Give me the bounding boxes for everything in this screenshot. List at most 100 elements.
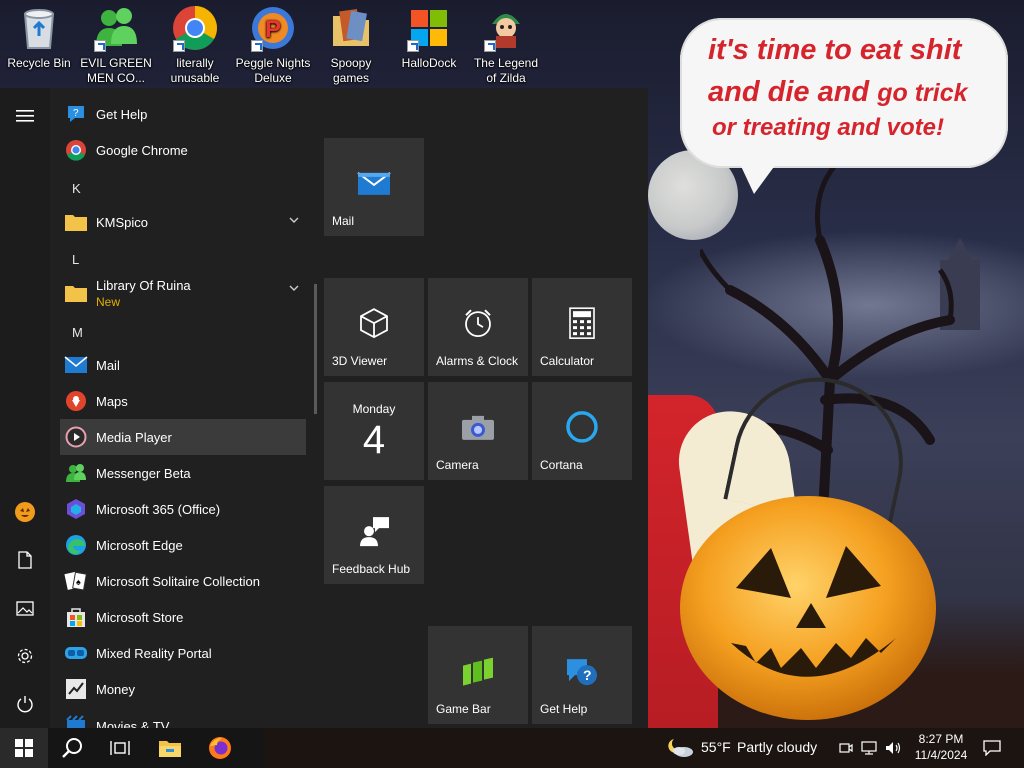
desktop-icon-legend-of-zilda[interactable]: The Legend of Zilda [468,4,544,86]
clock-date: 11/4/2024 [914,748,968,762]
app-microsoft-edge[interactable]: Microsoft Edge [60,527,306,563]
svg-text:?: ? [583,667,592,683]
app-library-of-ruina[interactable]: Library Of Ruina New [60,272,306,314]
tile-get-help[interactable]: ? Get Help [532,626,632,724]
app-mixed-reality-portal[interactable]: Mixed Reality Portal [60,635,306,671]
office-365-icon [64,497,88,521]
folder-games-icon [327,4,375,52]
alarm-clock-icon [465,309,491,338]
tile-cortana[interactable]: Cortana [532,382,632,480]
calendar-date: 4 [362,418,386,462]
tile-3d-viewer[interactable]: 3D Viewer [324,278,424,376]
firefox-icon [209,737,231,759]
weather-button[interactable] [666,728,696,768]
chrome-icon [171,4,219,52]
movies-tv-icon [64,714,88,728]
app-microsoft-365[interactable]: Microsoft 365 (Office) [60,491,306,527]
desktop-icon-recycle-bin[interactable]: Recycle Bin [1,4,77,71]
user-avatar-icon [15,502,35,522]
svg-text:?: ? [73,108,79,119]
game-bar-icon [463,657,493,686]
desktop-icon-label: EVIL GREEN [80,56,152,70]
taskbar-clock[interactable]: 8:27 PM 11/4/2024 [908,731,974,763]
calculator-icon [569,307,595,339]
letter-header-l[interactable]: L [72,252,79,267]
tile-game-bar[interactable]: Game Bar [428,626,528,724]
app-label: Mail [96,357,120,373]
app-movies-tv[interactable]: Movies & TV [60,708,306,728]
file-explorer-button[interactable] [148,728,192,768]
action-center-icon [983,740,1001,756]
desktop-icon-label-2: unusable [170,71,220,85]
desktop-icon-literally-unusable[interactable]: literally unusable [157,4,233,86]
app-label: Maps [96,393,128,409]
app-kmspico[interactable]: KMSpico [60,204,306,240]
volume-button[interactable] [882,728,904,768]
desktop-icon-spoopy-games[interactable]: Spoopy games [313,4,389,86]
user-account-button[interactable] [0,490,50,534]
app-money[interactable]: Money [60,671,306,707]
tile-camera[interactable]: Camera [428,382,528,480]
windows-start-icon [15,739,33,757]
edge-icon [64,533,88,557]
hamburger-menu-button[interactable] [0,94,50,138]
desktop-icon-hallodock[interactable]: HalloDock [391,4,467,71]
desktop-icon-label: The Legend [473,56,539,70]
desktop-icon-label: literally [176,56,214,70]
app-mail[interactable]: Mail [60,347,306,383]
chevron-down-icon [289,285,299,291]
speech-line-2-small: go trick [877,79,968,107]
notifications-button[interactable] [978,728,1006,768]
app-label: Microsoft Store [96,609,184,625]
hamburger-menu-icon [16,110,34,122]
search-icon [62,738,82,758]
app-microsoft-solitaire[interactable]: ♠ Microsoft Solitaire Collection [60,563,306,599]
tile-calculator[interactable]: Calculator [532,278,632,376]
get-help-icon: ? [567,659,597,686]
desktop-icon-peggle-nights[interactable]: P Peggle Nights Deluxe [235,4,311,86]
app-messenger-beta[interactable]: Messenger Beta [60,455,306,491]
tile-mail[interactable]: Mail [324,138,424,236]
clock-time: 8:27 PM [918,732,964,746]
new-badge: New [96,294,121,309]
app-media-player[interactable]: Media Player [60,419,306,455]
app-label: Microsoft 365 (Office) [96,501,221,517]
app-maps[interactable]: Maps [60,383,306,419]
file-explorer-icon [159,741,181,757]
search-button[interactable] [50,728,94,768]
camera-icon [462,415,494,440]
shortcut-arrow-icon [173,40,185,52]
speech-line-2: and die and go trick [708,76,968,109]
start-button[interactable] [0,728,48,768]
tile-feedback-hub[interactable]: Feedback Hub [324,486,424,584]
app-list-scrollbar[interactable] [314,284,317,414]
tile-alarms-clock[interactable]: Alarms & Clock [428,278,528,376]
documents-button[interactable] [0,538,50,582]
tile-label: Feedback Hub [332,562,411,576]
letter-header-m[interactable]: M [72,325,83,340]
letter-header-k[interactable]: K [72,181,81,196]
weather-temp[interactable]: 55°F [701,739,731,755]
pictures-button[interactable] [0,586,50,630]
shortcut-arrow-icon [407,40,419,52]
get-help-icon: ? [64,102,88,126]
messenger-people-icon [92,4,140,52]
network-button[interactable] [858,728,880,768]
map-pin-icon [64,389,88,413]
network-icon [861,741,877,755]
task-view-button[interactable] [98,728,142,768]
meet-now-button[interactable] [836,728,856,768]
desktop-icon-evil-green-men[interactable]: EVIL GREEN MEN CO... [78,4,154,86]
desktop-icon-label: Recycle Bin [7,56,71,70]
power-button[interactable] [0,682,50,726]
tile-calendar[interactable]: Monday 4 [324,382,424,480]
app-get-help[interactable]: ? Get Help [60,96,306,132]
app-microsoft-store[interactable]: Microsoft Store [60,599,306,635]
app-google-chrome[interactable]: Google Chrome [60,132,306,168]
chrome-icon [64,138,88,162]
firefox-button[interactable] [198,728,242,768]
settings-button[interactable] [0,634,50,678]
weather-description[interactable]: Partly cloudy [737,739,817,755]
app-label: Media Player [96,429,172,445]
speech-bubble: it's time to eat shit and die and go tri… [680,18,1008,194]
